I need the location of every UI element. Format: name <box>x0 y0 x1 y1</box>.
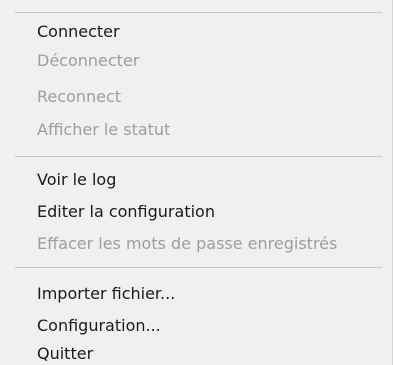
menu-item-voir-log[interactable]: Voir le log <box>37 166 116 194</box>
menu-separator <box>15 12 382 13</box>
menu-item-editer-configuration[interactable]: Editer la configuration <box>37 198 215 226</box>
menu-item-connecter[interactable]: Connecter <box>37 18 120 46</box>
menu-item-quitter[interactable]: Quitter <box>37 340 93 365</box>
context-menu: Connecter Déconnecter Reconnect Afficher… <box>0 0 393 365</box>
menu-item-importer-fichier[interactable]: Importer fichier... <box>37 280 175 308</box>
menu-item-effacer-mots-de-passe: Effacer les mots de passe enregistrés <box>37 234 338 253</box>
menu-item-afficher-statut: Afficher le statut <box>37 120 171 139</box>
menu-separator <box>15 156 382 157</box>
menu-item-deconnecter: Déconnecter <box>37 51 140 70</box>
menu-separator <box>15 267 382 268</box>
menu-item-configuration[interactable]: Configuration... <box>37 312 161 340</box>
menu-item-reconnect: Reconnect <box>37 87 122 106</box>
